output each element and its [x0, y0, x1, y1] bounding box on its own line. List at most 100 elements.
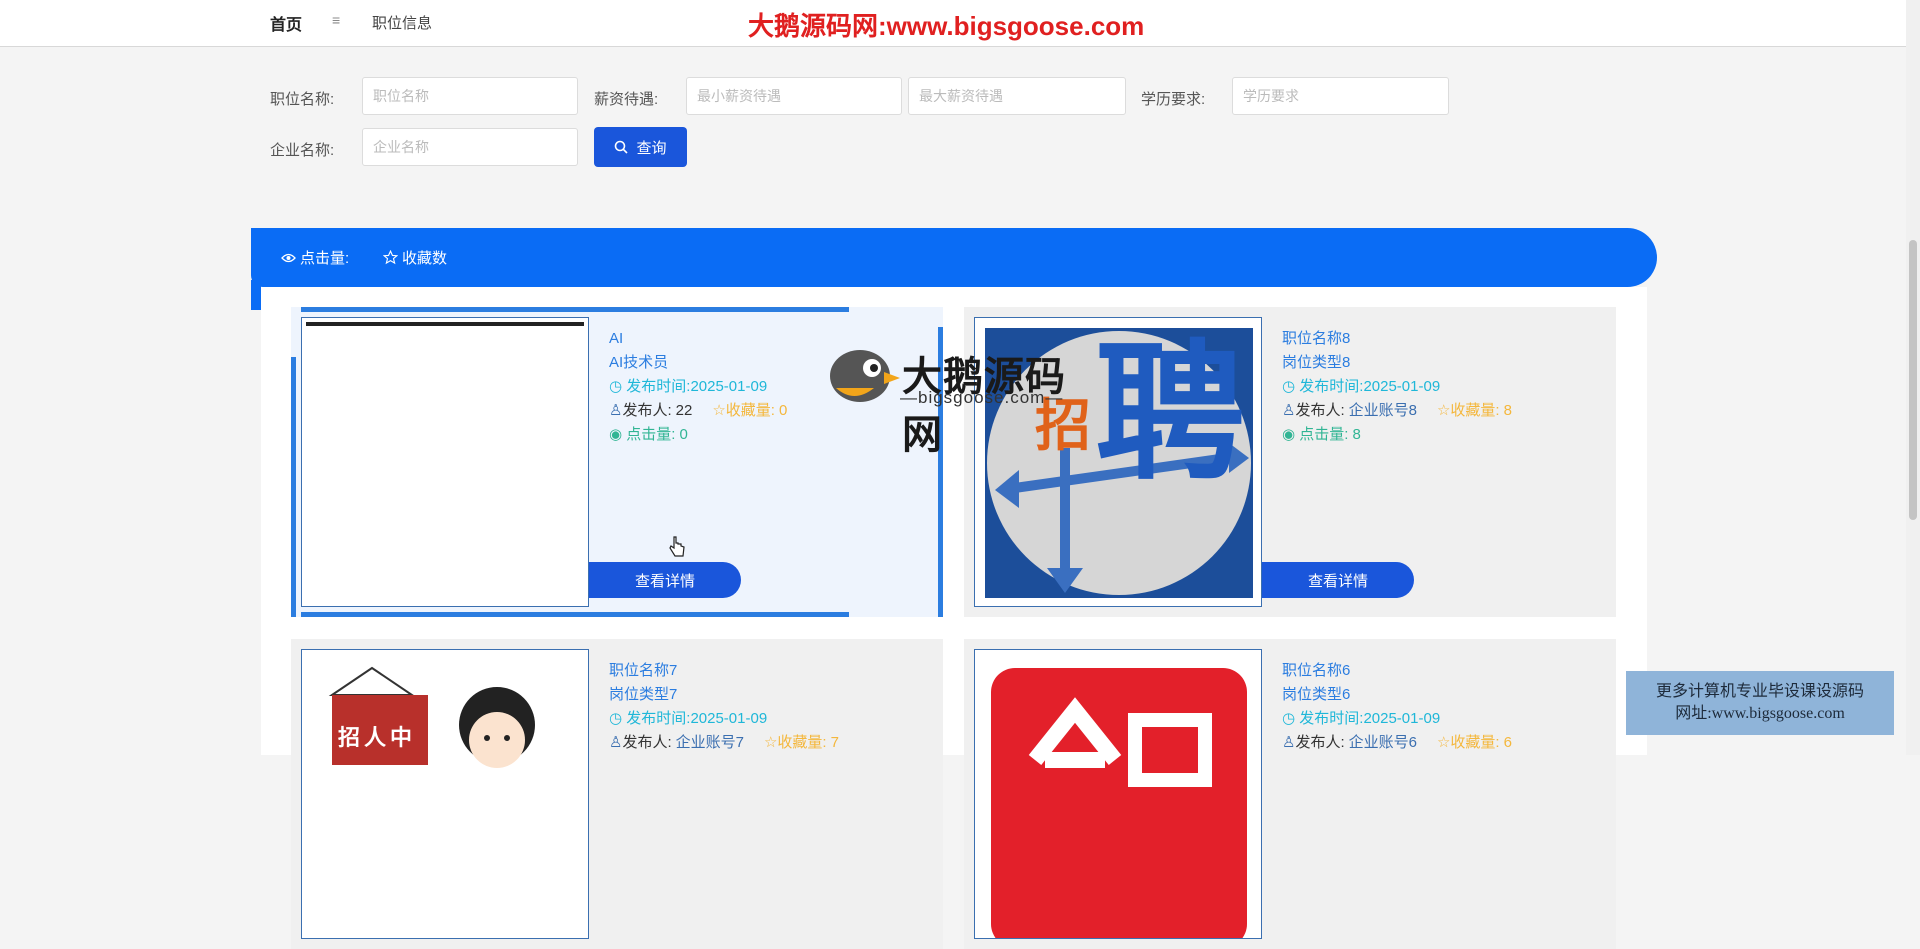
clicks-row: ◉ 点击量: 8 — [1282, 426, 1361, 443]
selection-border — [301, 307, 849, 312]
salary-label: 薪资待遇: — [594, 91, 659, 108]
query-button[interactable]: 查询 — [594, 127, 687, 167]
fav-icon: ☆ — [763, 734, 778, 751]
publisher-value: 企业账号8 — [1348, 402, 1417, 419]
watermark-subtitle: —bigsgoose.com— — [900, 388, 1064, 407]
fav-label: 收藏量: — [1450, 734, 1500, 751]
job-info: 职位名称8 岗位类型8 ◷ 发布时间:2025-01-09 ♙发布人: 企业账号8… — [1282, 327, 1512, 447]
job-name-input[interactable] — [362, 77, 578, 115]
hiring-graphic — [328, 666, 535, 768]
fav-icon: ☆ — [1436, 402, 1451, 419]
hiring-text: 招人中 — [338, 725, 417, 750]
nav-home-link[interactable]: 首页 — [270, 11, 302, 35]
hand-cursor-icon — [669, 536, 685, 557]
publish-label: 发布时间: — [626, 378, 691, 395]
publisher-label: 发布人: — [1295, 734, 1345, 751]
sort-clicks[interactable]: 点击量: — [281, 247, 349, 268]
job-image: 招人中 — [301, 649, 589, 939]
promo-line1: 更多计算机专业毕设课设源码 — [1655, 683, 1864, 700]
selection-border — [301, 612, 849, 617]
job-title: 职位名称8 — [1282, 330, 1351, 347]
scrollbar-thumb[interactable] — [1909, 240, 1917, 520]
query-button-label: 查询 — [636, 139, 667, 157]
job-type: 岗位类型7 — [609, 686, 678, 703]
top-nav: 首页 ≡ 职位信息 大鹅源码网:www.bigsgoose.com — [0, 0, 1906, 47]
job-info: AI AI技术员 ◷ 发布时间:2025-01-09 ♙发布人: 22 ☆收藏量: 0… — [609, 327, 787, 447]
clicks-label: 点击量: — [1299, 426, 1349, 443]
job-type: 岗位类型8 — [1282, 354, 1351, 371]
job-info: 职位名称7 岗位类型7 ◷ 发布时间:2025-01-09 ♙发布人: 企业账号7… — [609, 659, 839, 755]
publish-label: 发布时间: — [626, 710, 691, 727]
sort-bar: 点击量: 收藏数 — [251, 228, 1657, 287]
fav-label: 收藏量: — [777, 734, 827, 751]
promo-box[interactable]: 更多计算机专业毕设课设源码 网址:www.bigsgoose.com — [1626, 671, 1894, 735]
clicks-value: 8 — [1352, 426, 1361, 443]
image-top-bar — [306, 322, 584, 326]
publisher-row: ♙发布人: 企业账号8 ☆收藏量: 8 — [1282, 402, 1512, 419]
publisher-label: 发布人: — [622, 734, 672, 751]
publish-value: 2025-01-09 — [1363, 378, 1441, 395]
publisher-row: ♙发布人: 企业账号7 ☆收藏量: 7 — [609, 734, 839, 751]
publisher-row: ♙发布人: 22 ☆收藏量: 0 — [609, 402, 788, 419]
publisher-value: 22 — [675, 402, 693, 419]
job-name-label: 职位名称: — [270, 91, 335, 108]
sort-bar-tail — [251, 280, 261, 310]
selection-border — [291, 357, 296, 617]
fav-icon: ☆ — [712, 402, 726, 419]
job-card[interactable]: 招人中 职位名称7 岗位类型7 ◷ 发布时间:2025-01-09 ♙发布人: 企… — [291, 639, 943, 949]
publisher-row: ♙发布人: 企业账号6 ☆收藏量: 6 — [1282, 734, 1512, 751]
view-detail-button[interactable]: 查看详情 — [1262, 562, 1414, 598]
promo-line2: 网址:www.bigsgoose.com — [1675, 705, 1845, 722]
publish-value: 2025-01-09 — [1363, 710, 1441, 727]
education-input[interactable] — [1232, 77, 1449, 115]
fav-value: 7 — [830, 734, 839, 751]
salary-max-input[interactable] — [908, 77, 1126, 115]
job-image — [301, 317, 589, 607]
fav-label: 收藏量: — [1450, 402, 1500, 419]
clicks-row: ◉ 点击量: 0 — [609, 426, 688, 443]
job-type: AI技术员 — [609, 354, 669, 371]
publisher-label: 发布人: — [1295, 402, 1345, 419]
search-icon — [615, 140, 629, 154]
fav-label: 收藏量: — [725, 402, 775, 419]
company-label: 企业名称: — [270, 142, 335, 159]
education-label: 学历要求: — [1141, 91, 1206, 108]
view-detail-button[interactable]: 查看详情 — [589, 562, 741, 598]
job-type: 岗位类型6 — [1282, 686, 1351, 703]
fav-value: 6 — [1503, 734, 1512, 751]
salary-min-input[interactable] — [686, 77, 902, 115]
graphic-text-main: 聘 — [1095, 329, 1246, 497]
publish-value: 2025-01-09 — [690, 710, 768, 727]
goose-icon — [830, 350, 900, 402]
publish-label: 发布时间: — [1299, 710, 1364, 727]
fav-value: 0 — [778, 402, 788, 419]
nav-jobs-link[interactable]: 职位信息 — [372, 12, 432, 33]
sort-clicks-label: 点击量: — [300, 250, 350, 267]
publish-time: ◷ 发布时间:2025-01-09 — [609, 710, 768, 727]
publisher-value: 企业账号6 — [1348, 734, 1417, 751]
job-title: 职位名称6 — [1282, 662, 1351, 679]
job-title: 职位名称7 — [609, 662, 678, 679]
job-title: AI — [609, 330, 624, 347]
watermark-logo: 大鹅源码网 —bigsgoose.com— — [824, 344, 1104, 457]
sort-favorites-label: 收藏数 — [402, 250, 448, 267]
publish-time: ◷ 发布时间:2025-01-09 — [609, 378, 768, 395]
publisher-label: 发布人: — [622, 402, 672, 419]
company-input[interactable] — [362, 128, 578, 166]
publisher-value: 企业账号7 — [675, 734, 744, 751]
job-info: 职位名称6 岗位类型6 ◷ 发布时间:2025-01-09 ♙发布人: 企业账号6… — [1282, 659, 1512, 755]
job-card[interactable]: 职位名称6 岗位类型6 ◷ 发布时间:2025-01-09 ♙发布人: 企业账号6… — [964, 639, 1616, 949]
fav-icon: ☆ — [1436, 734, 1451, 751]
publish-value: 2025-01-09 — [690, 378, 768, 395]
scrollbar[interactable] — [1906, 0, 1920, 755]
publish-label: 发布时间: — [1299, 378, 1364, 395]
publish-time: ◷ 发布时间:2025-01-09 — [1282, 378, 1441, 395]
site-banner: 大鹅源码网:www.bigsgoose.com — [748, 11, 1145, 41]
fav-value: 8 — [1503, 402, 1512, 419]
eye-icon — [281, 253, 296, 262]
menu-icon: ≡ — [332, 12, 341, 28]
clicks-label: 点击量: — [626, 426, 676, 443]
sort-favorites[interactable]: 收藏数 — [383, 247, 447, 268]
job-image — [974, 649, 1262, 939]
star-icon — [383, 250, 398, 265]
